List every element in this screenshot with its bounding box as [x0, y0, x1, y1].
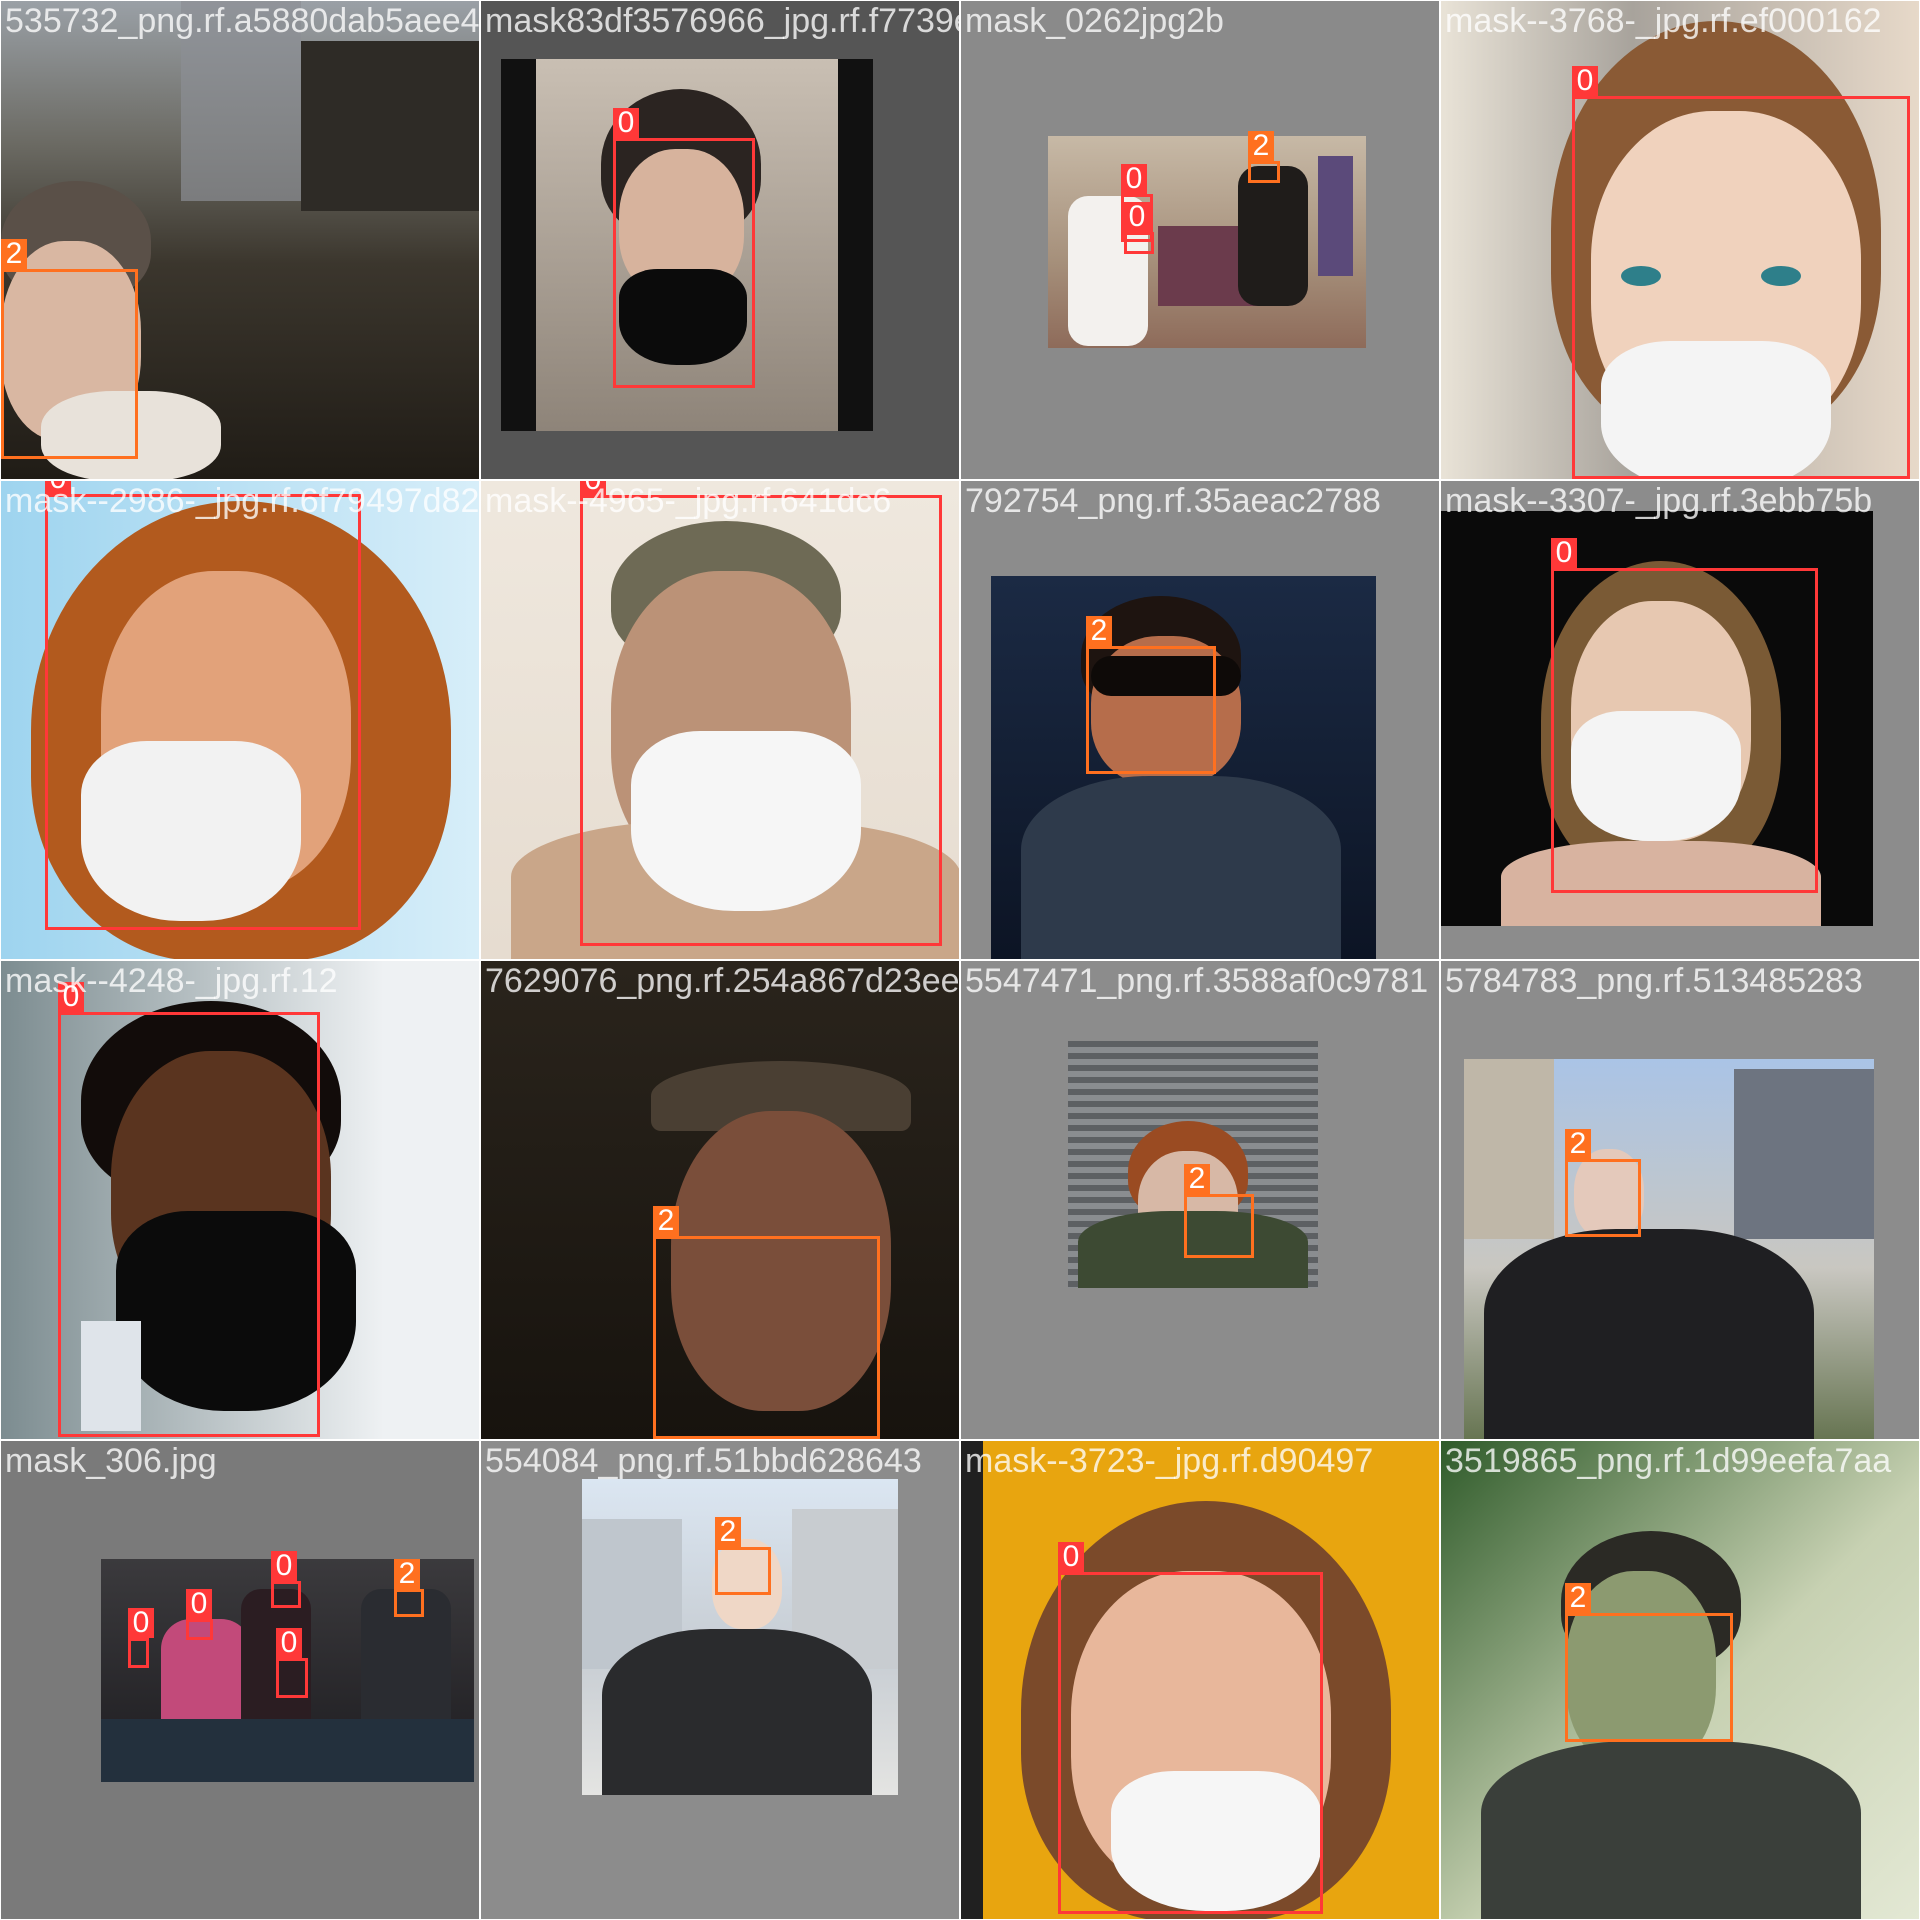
tile-filename: mask_0262jpg2b: [965, 2, 1224, 40]
detection-box: 0: [186, 1589, 213, 1640]
class-tag: 2: [1086, 616, 1112, 646]
mosaic-tile: 2 554084_png.rf.51bbd628643: [481, 1441, 959, 1919]
class-tag: 0: [186, 1589, 212, 1619]
detection-box: 0: [271, 1551, 301, 1608]
tile-filename: 792754_png.rf.35aeac2788: [965, 482, 1381, 520]
class-tag: 2: [715, 1517, 741, 1547]
tile-filename: 5547471_png.rf.3588af0c9781: [965, 962, 1429, 1000]
mosaic-tile: 0 0 2 mask_0262jpg2b: [961, 1, 1439, 479]
tile-photo: [1048, 136, 1366, 348]
class-tag: 0: [1058, 1542, 1084, 1572]
tile-filename: 554084_png.rf.51bbd628643: [485, 1442, 922, 1480]
class-tag: 0: [1121, 164, 1147, 194]
detection-box: 2: [1, 239, 138, 459]
class-tag: 0: [128, 1608, 154, 1638]
class-tag: 0: [271, 1551, 297, 1581]
tile-filename: 5784783_png.rf.513485283: [1445, 962, 1863, 1000]
detection-box: 2: [1086, 616, 1216, 774]
class-tag: 0: [1124, 202, 1150, 232]
class-tag: 2: [653, 1206, 679, 1236]
mosaic-tile: 0 mask83df3576966_jpg.rf.f7739e00: [481, 1, 959, 479]
detection-box: 0: [58, 982, 320, 1437]
class-tag: 2: [394, 1559, 420, 1589]
class-tag: 0: [45, 481, 71, 494]
detection-box: 2: [715, 1517, 771, 1595]
detection-box: 0: [1551, 538, 1818, 893]
tile-filename: mask_306.jpg: [5, 1442, 217, 1480]
mosaic-tile: 2 535732_png.rf.a5880dab5aee4d83df355696…: [1, 1, 479, 479]
detection-box: 2: [653, 1206, 880, 1439]
detection-box: 0: [128, 1608, 154, 1668]
class-tag: 2: [1248, 131, 1274, 161]
mosaic-tile: 2 792754_png.rf.35aeac2788: [961, 481, 1439, 959]
class-tag: 0: [613, 108, 639, 138]
class-tag: 0: [1572, 66, 1598, 96]
class-tag: 2: [1184, 1164, 1210, 1194]
mosaic-tile: 0 mask--3723-_jpg.rf.d90497: [961, 1441, 1439, 1919]
class-tag: 2: [1565, 1129, 1591, 1159]
tile-filename: mask83df3576966_jpg.rf.f7739e00: [485, 2, 959, 40]
mosaic-tile: 0 mask--4248-_jpg.rf.12: [1, 961, 479, 1439]
class-tag: 0: [276, 1628, 302, 1658]
detection-box: 0: [1124, 202, 1154, 254]
detection-box: 0: [1572, 66, 1910, 479]
mosaic-tile: 2 3519865_png.rf.1d99eefa7aa: [1441, 1441, 1919, 1919]
detection-box: 2: [1184, 1164, 1254, 1258]
mosaic-tile: 0 mask--4965-_jpg.rf.641dc6: [481, 481, 959, 959]
class-tag: 2: [1565, 1583, 1591, 1613]
detection-box: 0: [580, 481, 942, 946]
detection-box: 2: [1565, 1583, 1733, 1742]
detection-box: 2: [1565, 1129, 1641, 1237]
detection-box: 0: [613, 108, 755, 388]
detection-box: 2: [1248, 131, 1280, 183]
class-tag: 0: [1551, 538, 1577, 568]
mosaic-tile: 0 mask--2986-_jpg.rf.6f79497d82a9a4965c9…: [1, 481, 479, 959]
mosaic-tile: 2 7629076_png.rf.254a867d23ee: [481, 961, 959, 1439]
class-tag: 0: [580, 481, 606, 495]
class-tag: 0: [58, 982, 84, 1012]
detection-box: 0: [45, 481, 361, 930]
detection-box: 0: [1058, 1542, 1323, 1914]
detection-box: 0: [276, 1628, 308, 1698]
class-tag: 2: [1, 239, 27, 269]
detection-box: 2: [394, 1559, 424, 1617]
mosaic-tile: 2 5784783_png.rf.513485283: [1441, 961, 1919, 1439]
mosaic-tile: 2 5547471_png.rf.3588af0c9781: [961, 961, 1439, 1439]
tile-photo: [1464, 1059, 1874, 1439]
mosaic-grid: 2 535732_png.rf.a5880dab5aee4d83df355696…: [0, 0, 1920, 1920]
mosaic-tile: 0 mask--3307-_jpg.rf.3ebb75b: [1441, 481, 1919, 959]
mosaic-tile: 0 0 0 0 2 mask_306.jpg: [1, 1441, 479, 1919]
mosaic-tile: 0 mask--3768-_jpg.rf.ef000162: [1441, 1, 1919, 479]
